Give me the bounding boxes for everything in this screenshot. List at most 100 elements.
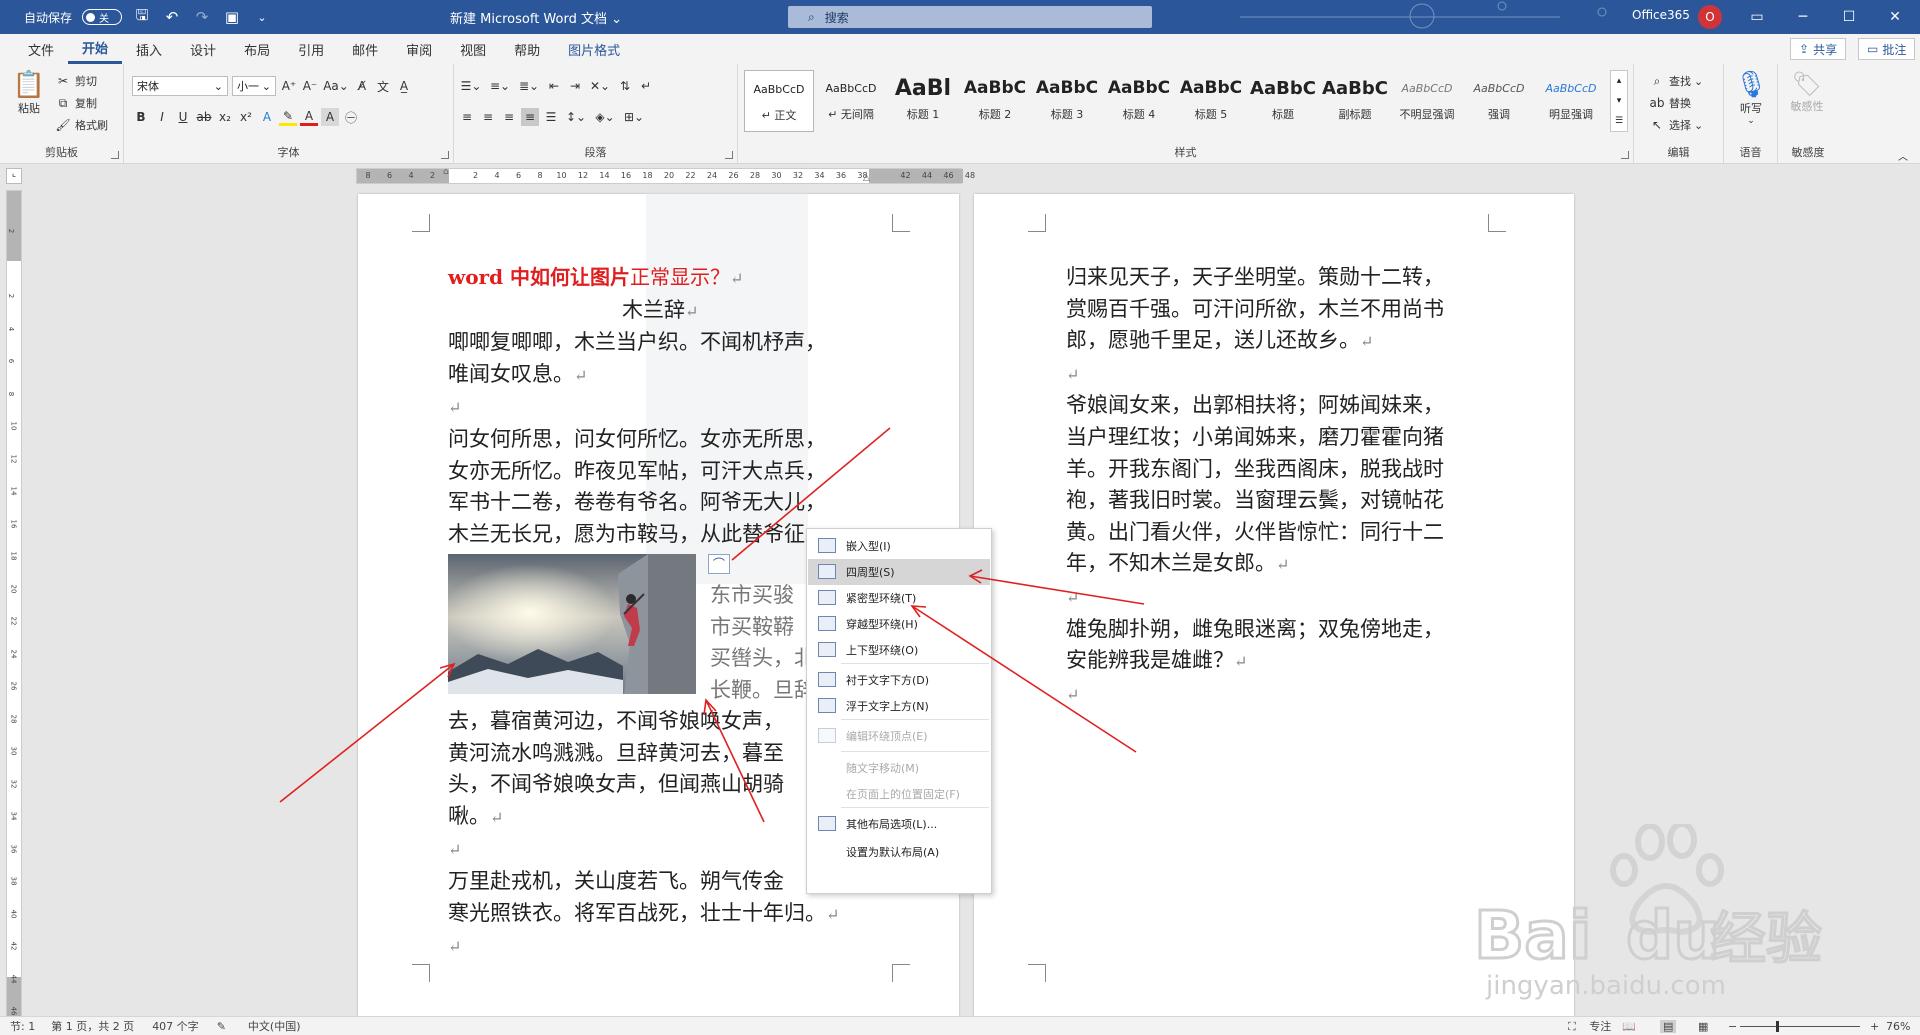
- highlight-icon[interactable]: ✎: [279, 108, 297, 126]
- page-indicator[interactable]: 第 1 页，共 2 页: [51, 1018, 134, 1034]
- focus-mode[interactable]: ⛶ 专注: [1558, 1018, 1611, 1034]
- tab-layout[interactable]: 布局: [230, 34, 284, 64]
- context-menu-item-2[interactable]: 四周型(S): [808, 559, 990, 585]
- dictate-button[interactable]: 🎙 听写 ⌄: [1730, 70, 1772, 126]
- shading-icon[interactable]: ◈⌄: [592, 108, 618, 126]
- select-button[interactable]: ↖ 选择 ⌄: [1648, 116, 1703, 134]
- style-item-2[interactable]: AaBbCcD ↵ 无间隔: [816, 70, 886, 132]
- font-name-combo[interactable]: 宋体 ⌄: [132, 76, 228, 96]
- page-1-text[interactable]: word 中如何让图片正常显示？↵ 木兰辞↵ 唧唧复唧唧，木兰当户织。不闻机杼声…: [448, 262, 839, 551]
- tab-design[interactable]: 设计: [176, 34, 230, 64]
- zoom-out-icon[interactable]: −: [1728, 1020, 1737, 1033]
- tab-mailings[interactable]: 邮件: [338, 34, 392, 64]
- customize-toolbar-icon[interactable]: ⌄: [252, 7, 272, 27]
- save-icon[interactable]: 🖫: [132, 6, 152, 27]
- copy-button[interactable]: ⧉ 复制: [54, 94, 97, 112]
- zoom-in-icon[interactable]: +: [1870, 1020, 1879, 1033]
- redo-icon[interactable]: ↷: [192, 7, 212, 27]
- sensitivity-button[interactable]: 🏷 敏感性: [1786, 70, 1828, 114]
- zoom-slider-thumb[interactable]: [1776, 1021, 1779, 1032]
- comments-button[interactable]: ▭ 批注: [1858, 38, 1916, 60]
- context-menu-item-11[interactable]: 其他布局选项(L)...: [808, 811, 990, 837]
- bold-icon[interactable]: B: [132, 108, 150, 126]
- style-item-5[interactable]: AaBbC 标题 3: [1032, 70, 1102, 132]
- line-spacing-icon[interactable]: ↕⌄: [563, 108, 589, 126]
- chevron-up-icon[interactable]: ▴: [1617, 76, 1622, 86]
- change-case-icon[interactable]: Aa⌄: [322, 77, 350, 95]
- section-indicator[interactable]: 节: 1: [10, 1018, 35, 1034]
- strikethrough-icon[interactable]: ab: [195, 108, 213, 126]
- clear-formatting-icon[interactable]: A̸: [353, 77, 371, 95]
- format-painter-button[interactable]: 🖌 格式刷: [54, 116, 108, 134]
- avatar[interactable]: O: [1698, 5, 1722, 29]
- style-item-6[interactable]: AaBbC 标题 4: [1104, 70, 1174, 132]
- sort-icon[interactable]: ⇅: [616, 77, 634, 95]
- grow-font-icon[interactable]: A⁺: [280, 77, 298, 95]
- context-menu-item-7[interactable]: 浮于文字上方(N): [808, 693, 990, 719]
- style-item-9[interactable]: AaBbC 副标题: [1320, 70, 1390, 132]
- context-menu-item-1[interactable]: 嵌入型(I): [808, 533, 990, 559]
- right-indent-marker-icon[interactable]: △: [863, 173, 870, 183]
- tab-references[interactable]: 引用: [284, 34, 338, 64]
- paste-button[interactable]: 📋 粘贴: [10, 70, 48, 116]
- undo-icon[interactable]: ↶: [162, 7, 182, 27]
- multilevel-list-icon[interactable]: ≣⌄: [516, 77, 542, 95]
- align-right-icon[interactable]: ≡: [500, 108, 518, 126]
- font-launcher-icon[interactable]: [441, 151, 449, 159]
- tab-file[interactable]: 文件: [14, 34, 68, 64]
- enclose-characters-icon[interactable]: ㊀: [342, 108, 360, 126]
- find-button[interactable]: ⌕ 查找 ⌄: [1648, 72, 1704, 90]
- tab-picture-format[interactable]: 图片格式: [554, 34, 634, 64]
- more-styles-icon[interactable]: ☰: [1615, 116, 1623, 126]
- maximize-icon[interactable]: ☐: [1826, 0, 1872, 34]
- replace-button[interactable]: ab 替换: [1648, 94, 1692, 112]
- chinese-layout-icon[interactable]: ✕⌄: [587, 77, 613, 95]
- style-item-1[interactable]: AaBbCcD ↵ 正文: [744, 70, 814, 132]
- cut-button[interactable]: ✂ 剪切: [54, 72, 97, 90]
- character-shading-icon[interactable]: A: [321, 108, 339, 126]
- align-left-icon[interactable]: ≡: [458, 108, 476, 126]
- close-icon[interactable]: ✕: [1872, 0, 1918, 34]
- document-title[interactable]: 新建 Microsoft Word 文档 ⌄: [450, 8, 622, 27]
- read-mode-icon[interactable]: 📖: [1622, 1020, 1636, 1033]
- horizontal-ruler[interactable]: 8 6 4 2 2 4 6 8 10 12 14 16 18 20 22 24 26 28 30 32 34 36 38 42…: [356, 167, 975, 184]
- increase-indent-icon[interactable]: ⇥: [566, 77, 584, 95]
- paragraph-launcher-icon[interactable]: [725, 151, 733, 159]
- context-menu-item-5[interactable]: 上下型环绕(O): [808, 637, 990, 663]
- align-center-icon[interactable]: ≡: [479, 108, 497, 126]
- word-count[interactable]: 407 个字: [152, 1018, 199, 1034]
- proofing-icon[interactable]: ✎: [217, 1020, 226, 1033]
- style-item-12[interactable]: AaBbCcD 明显强调: [1536, 70, 1606, 132]
- text-effects-icon[interactable]: A: [258, 108, 276, 126]
- vertical-ruler[interactable]: 2 2 4 6 8 10 12 14 16 18 20 22 24 26 28 30 32 34 36 38 40 42 4…: [6, 190, 22, 1024]
- search-box[interactable]: ⌕ 搜索: [788, 6, 1152, 28]
- style-item-11[interactable]: AaBbCcD 强调: [1464, 70, 1534, 132]
- layout-options-icon[interactable]: ⌒: [708, 554, 730, 574]
- styles-launcher-icon[interactable]: [1621, 151, 1629, 159]
- phonetic-guide-icon[interactable]: 文: [374, 77, 392, 95]
- style-item-10[interactable]: AaBbCcD 不明显强调: [1392, 70, 1462, 132]
- tab-view[interactable]: 视图: [446, 34, 500, 64]
- context-menu-item-12[interactable]: 设置为默认布局(A): [808, 839, 990, 865]
- account-name[interactable]: Office365: [1632, 8, 1690, 22]
- decrease-indent-icon[interactable]: ⇤: [545, 77, 563, 95]
- mountain-climber-image[interactable]: [448, 554, 696, 694]
- minimize-icon[interactable]: ─: [1780, 0, 1826, 34]
- style-item-7[interactable]: AaBbC 标题 5: [1176, 70, 1246, 132]
- page-2-text[interactable]: 归来见天子，天子坐明堂。策勋十二转， 赏赐百千强。可汗问所欲，木兰不用尚书 郎，愿驰…: [1066, 262, 1444, 710]
- tab-help[interactable]: 帮助: [500, 34, 554, 64]
- bullets-icon[interactable]: ☰⌄: [458, 77, 484, 95]
- underline-icon[interactable]: U: [174, 108, 192, 126]
- font-color-icon[interactable]: A: [300, 108, 318, 126]
- show-marks-icon[interactable]: ↵: [637, 77, 655, 95]
- language-indicator[interactable]: 中文(中国): [248, 1018, 301, 1034]
- tab-review[interactable]: 审阅: [392, 34, 446, 64]
- shrink-font-icon[interactable]: A⁻: [301, 77, 319, 95]
- context-menu-item-6[interactable]: 衬于文字下方(D): [808, 667, 990, 693]
- autosave-toggle[interactable]: 关: [82, 9, 123, 25]
- borders-icon[interactable]: ⊞⌄: [621, 108, 647, 126]
- distributed-icon[interactable]: ☰: [542, 108, 560, 126]
- clipboard-launcher-icon[interactable]: [111, 151, 119, 159]
- zoom-level[interactable]: 76%: [1886, 1020, 1910, 1033]
- share-button[interactable]: ⇪ 共享: [1790, 38, 1847, 60]
